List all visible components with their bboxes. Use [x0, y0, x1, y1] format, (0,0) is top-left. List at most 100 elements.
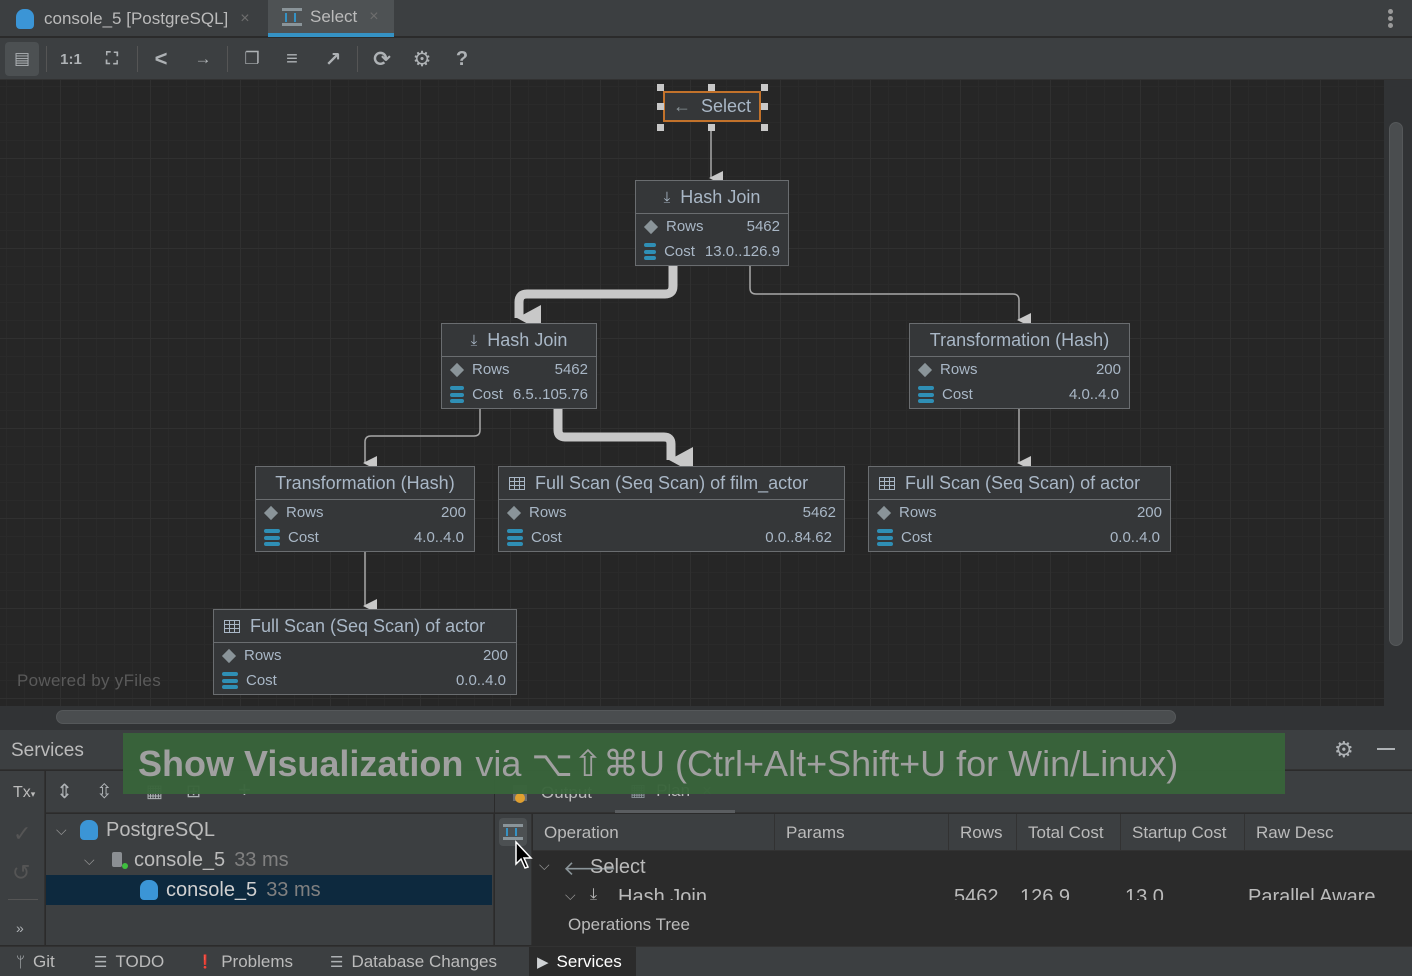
tree-item-console-5[interactable]: ⌵ console_5 33 ms: [46, 845, 492, 875]
cost-label: Cost: [664, 243, 695, 260]
tab-console-5[interactable]: console_5 [PostgreSQL] ×: [0, 0, 267, 37]
selection-handle[interactable]: [761, 84, 768, 91]
column-header-operation[interactable]: Operation: [533, 814, 775, 851]
rollback-button[interactable]: ↺: [12, 860, 30, 886]
plan-node-full-scan-actor[interactable]: Full Scan (Seq Scan) of actor Rows 200 Co…: [213, 609, 517, 695]
column-header-startup-cost[interactable]: Startup Cost: [1121, 814, 1245, 851]
column-header-params[interactable]: Params: [775, 814, 949, 851]
rows-icon: [449, 362, 465, 377]
tx-label: Tx: [13, 784, 31, 801]
tree-item-console-5-query[interactable]: console_5 33 ms: [46, 875, 492, 905]
cost-label: Cost: [901, 529, 932, 546]
tooltip-operations-tree: Operations Tree: [555, 914, 703, 936]
toolbar-separator: [46, 46, 47, 72]
close-tab-icon[interactable]: ×: [240, 10, 249, 28]
selection-handle[interactable]: [708, 124, 715, 131]
layout-tree-button[interactable]: <: [144, 42, 178, 76]
chevron-down-icon[interactable]: ⌵: [539, 857, 550, 874]
toolwindow-database-changes[interactable]: ☰ Database Changes: [330, 947, 497, 976]
table-row[interactable]: ⌵ ⤓ Hash Join 5462 126.9 13.0 Parallel A…: [533, 882, 1412, 900]
hash-join-icon: ⤓: [590, 886, 598, 900]
export-button[interactable]: ↗: [316, 42, 350, 76]
more-options-icon[interactable]: [1388, 9, 1394, 29]
plan-table: Operation Params Rows Total Cost Startup…: [533, 814, 1412, 945]
services-settings-button[interactable]: ⚙: [1334, 737, 1354, 763]
yfiles-watermark: Powered by yFiles: [17, 671, 161, 690]
node-title: Hash Join: [680, 186, 761, 207]
hash-join-icon: ⤓: [663, 188, 671, 206]
chevron-down-icon[interactable]: ⌵: [565, 887, 576, 900]
problems-icon: ❗: [197, 954, 214, 969]
tree-item-label: console_5: [166, 878, 258, 901]
toolwindow-services[interactable]: ▶ Services: [529, 947, 636, 976]
expand-strip-button[interactable]: »: [16, 920, 24, 936]
rollback-icon: ↺: [12, 860, 31, 885]
selection-handle[interactable]: [657, 103, 664, 110]
refresh-button[interactable]: ⟳: [365, 42, 399, 76]
chevron-down-icon[interactable]: ⌵: [84, 852, 98, 869]
copy-button[interactable]: ❐: [235, 42, 269, 76]
column-header-rows[interactable]: Rows: [949, 814, 1017, 851]
postgresql-elephant-icon: [140, 880, 158, 900]
show-table-toggle-button[interactable]: ▤: [5, 42, 39, 76]
selection-handle[interactable]: [657, 124, 664, 131]
plan-node-transformation-hash[interactable]: Transformation (Hash) Rows 200 Cost 4.0..4…: [255, 466, 475, 552]
close-tab-icon[interactable]: ×: [369, 8, 378, 26]
tab-select[interactable]: Select ×: [268, 0, 394, 37]
operation-cell: Hash Join: [618, 886, 707, 900]
table-row[interactable]: ⌵ 🡐 Select: [533, 852, 1412, 882]
toolwindow-problems[interactable]: ❗ Problems: [197, 947, 293, 976]
rows-value: 5462: [746, 218, 780, 235]
selection-handle[interactable]: [761, 103, 768, 110]
transaction-mode-button[interactable]: Tx▾: [13, 784, 35, 802]
plan-node-hash-join[interactable]: ⤓ Hash Join Rows 5462 Cost 6.5..105.76: [441, 323, 597, 409]
toolbar-separator: [137, 46, 138, 72]
rows-icon: [263, 505, 279, 520]
edit-text-icon: ≡: [286, 47, 298, 70]
actual-size-button[interactable]: 1:1: [54, 42, 88, 76]
tree-item-duration: 33 ms: [234, 848, 289, 871]
tree-item-label: PostgreSQL: [106, 818, 215, 841]
column-header-raw-desc[interactable]: Raw Desc: [1245, 814, 1412, 851]
cost-value: 13.0..126.9: [704, 243, 780, 260]
node-title: Full Scan (Seq Scan) of actor: [250, 615, 486, 636]
plan-node-transformation-hash[interactable]: Transformation (Hash) Rows 200 Cost 4.0..4…: [909, 323, 1130, 409]
settings-button[interactable]: ⚙: [405, 42, 439, 76]
layout-direction-icon: →: [194, 49, 212, 68]
hint-action: Show Visualization: [138, 742, 464, 784]
cost-value: 4.0..4.0: [1068, 386, 1119, 403]
column-header-total-cost[interactable]: Total Cost: [1017, 814, 1121, 851]
plan-node-select[interactable]: ← Select: [663, 91, 761, 122]
horizontal-scrollbar-thumb[interactable]: [56, 710, 1176, 724]
tree-item-label: console_5: [134, 848, 226, 871]
plan-node-full-scan-actor[interactable]: Full Scan (Seq Scan) of actor Rows 200 Co…: [868, 466, 1171, 552]
minimize-button[interactable]: [1377, 748, 1395, 750]
cost-icon: [222, 672, 238, 689]
expand-all-icon[interactable]: ⇕: [56, 779, 73, 804]
actual-size-icon: 1:1: [60, 50, 82, 68]
collapse-all-icon[interactable]: ⇳: [96, 779, 113, 804]
edit-text-button[interactable]: ≡: [275, 42, 309, 76]
vertical-scrollbar-thumb[interactable]: [1389, 122, 1403, 646]
help-button[interactable]: ?: [445, 42, 479, 76]
selection-handle[interactable]: [761, 124, 768, 131]
plan-node-full-scan-film-actor[interactable]: Full Scan (Seq Scan) of film_actor Rows 5…: [498, 466, 845, 552]
cost-label: Cost: [246, 672, 277, 689]
chevron-down-icon[interactable]: ⌵: [56, 822, 70, 839]
diagram-canvas[interactable]: [0, 80, 1384, 706]
cost-value: 0.0..4.0: [455, 672, 506, 689]
toolwindow-todo[interactable]: ☰ TODO: [94, 947, 164, 976]
toolbar-separator: [357, 46, 358, 72]
fit-content-button[interactable]: ⛶: [95, 42, 129, 76]
tree-item-postgresql[interactable]: ⌵ PostgreSQL: [46, 815, 492, 845]
layout-direction-button[interactable]: →: [186, 42, 220, 76]
diagram-toolbar: ▤ 1:1 ⛶ < → ❐ ≡ ↗ ⟳ ⚙ ?: [0, 38, 1412, 80]
services-tree: ⌵ PostgreSQL ⌵ console_5 33 ms console_5…: [46, 814, 494, 945]
selection-handle[interactable]: [657, 84, 664, 91]
commit-button[interactable]: ✓: [13, 821, 31, 847]
selection-handle[interactable]: [708, 84, 715, 91]
plan-node-hash-join[interactable]: ⤓ Hash Join Rows 5462 Cost 13.0..126.9: [635, 180, 789, 266]
hint-shortcut: via ⌥⇧⌘U (Ctrl+Alt+Shift+U for Win/Linux…: [475, 742, 1179, 784]
toolwindow-git[interactable]: ᛘ Git: [16, 947, 55, 976]
total-cost-cell: 126.9: [1020, 886, 1071, 900]
